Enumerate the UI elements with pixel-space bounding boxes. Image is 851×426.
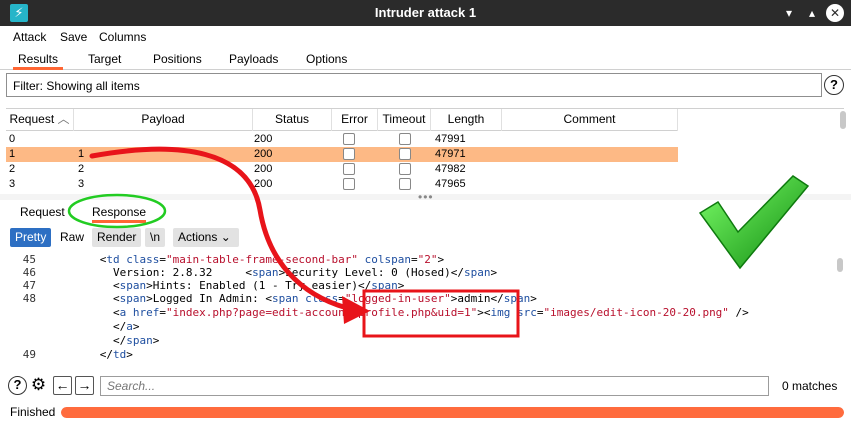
forward-arrow-icon[interactable]: → [75,376,94,395]
tab-request[interactable]: Request [20,205,65,219]
line-number: 46 [22,266,36,279]
chevron-down-icon: ⌄ [220,230,231,244]
menu-save[interactable]: Save [60,30,87,44]
window-title: Intruder attack 1 [374,5,477,20]
help-icon[interactable]: ? [824,75,844,95]
line-number: 47 [22,279,36,292]
gear-icon[interactable]: ⚙ [29,376,48,395]
code-text: <span>Hints: Enabled (1 - Try easier)</s… [60,279,405,292]
raw-button[interactable]: Raw [55,228,89,247]
code-text: <a href="index.php?page=edit-account-pro… [60,306,749,319]
table-row-selected[interactable]: 1 1 200 47971 [6,147,678,162]
tab-target[interactable]: Target [88,52,121,66]
error-checkbox [343,133,355,145]
tab-results[interactable]: Results [13,52,63,70]
code-text: <td class="main-table-frame-second-bar" … [60,253,445,266]
error-checkbox [343,148,355,160]
filter-text: Filter: Showing all items [13,79,140,93]
col-timeout[interactable]: Timeout [378,109,431,131]
main-tabs: Results Target Positions Payloads Option… [0,48,851,70]
timeout-checkbox [399,178,411,190]
menu-attack[interactable]: Attack [13,30,46,44]
maximize-icon[interactable]: ▴ [803,4,821,22]
line-number: 45 [22,253,36,266]
code-text: <span>Logged In Admin: <span class="logg… [60,292,537,305]
back-arrow-icon[interactable]: ← [53,376,72,395]
table-header: Request ︿ Payload Status Error Timeout L… [6,109,678,131]
col-payload[interactable]: Payload [74,109,253,131]
detail-tabs: Request Response [6,202,844,224]
editor-scrollbar[interactable] [837,258,843,272]
match-count: 0 matches [782,379,838,393]
error-checkbox [343,178,355,190]
status-label: Finished [10,405,56,419]
title-bar: ⚡ Intruder attack 1 ▾ ▴ ✕ [0,0,851,26]
menu-columns[interactable]: Columns [99,30,146,44]
col-length[interactable]: Length [431,109,502,131]
close-icon[interactable]: ✕ [826,4,844,22]
table-row[interactable]: 0 200 47991 [6,132,678,147]
response-editor[interactable]: 45 <td class="main-table-frame-second-ba… [6,250,844,366]
line-number: 48 [22,292,36,305]
timeout-checkbox [399,133,411,145]
filter-bar[interactable]: Filter: Showing all items [6,73,822,97]
code-text: </td> [60,348,133,361]
col-error[interactable]: Error [332,109,378,131]
pane-splitter[interactable]: ••• [0,190,851,204]
tab-positions[interactable]: Positions [153,52,202,66]
tab-response[interactable]: Response [92,205,147,223]
code-text: </span> [60,334,160,347]
tab-payloads[interactable]: Payloads [229,52,278,66]
table-scrollbar[interactable] [840,111,846,129]
pretty-button[interactable]: Pretty [10,228,52,247]
table-row[interactable]: 3 3 200 47965 [6,177,678,192]
search-bar: ? ⚙ ← → Search... 0 matches [0,372,851,400]
timeout-checkbox [399,148,411,160]
error-checkbox [343,163,355,175]
render-button[interactable]: Render [92,228,142,247]
search-input[interactable]: Search... [100,376,769,396]
code-text: Version: 2.8.32 <span>Security Level: 0 … [60,266,498,279]
results-table: Request ︿ Payload Status Error Timeout L… [6,108,846,193]
status-bar: Finished [0,402,851,422]
col-comment[interactable]: Comment [502,109,678,131]
minimize-icon[interactable]: ▾ [780,4,798,22]
col-request[interactable]: Request ︿ [6,109,74,131]
code-text: </a> [60,320,140,333]
help-icon[interactable]: ? [8,376,27,395]
timeout-checkbox [399,163,411,175]
progress-bar [61,407,844,418]
line-number: 49 [22,348,36,361]
table-row[interactable]: 2 2 200 47982 [6,162,678,177]
col-status[interactable]: Status [253,109,332,131]
actions-button[interactable]: Actions ⌄ [173,228,239,247]
tab-options[interactable]: Options [306,52,347,66]
progress-fill [61,407,844,418]
newline-toggle-button[interactable]: \n [145,228,166,247]
up-chevron-icon: ︿ [57,112,70,126]
menu-bar: Attack Save Columns [0,26,851,48]
